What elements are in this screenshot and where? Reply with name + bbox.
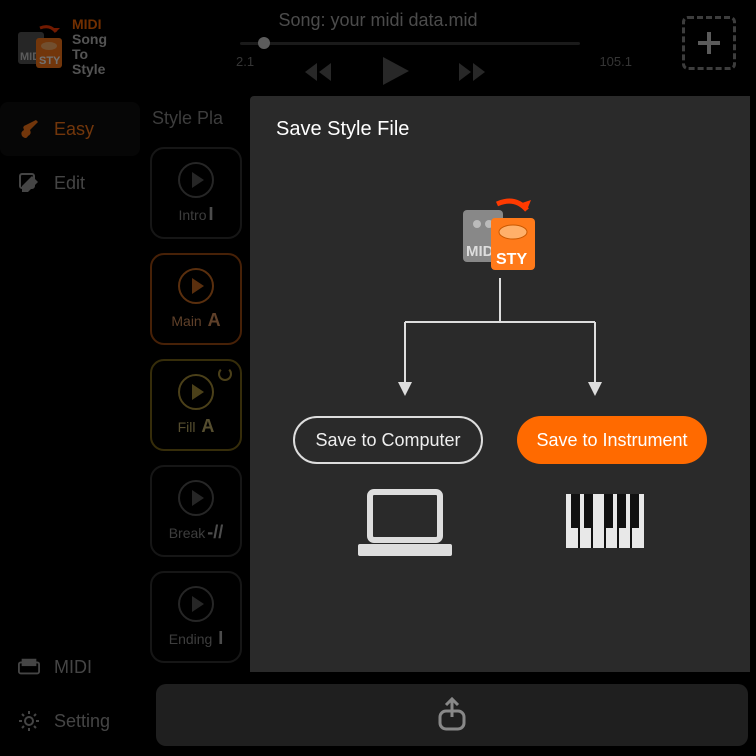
tile-ending[interactable]: Ending I xyxy=(150,571,242,663)
play-icon xyxy=(178,480,214,516)
laptop-icon xyxy=(350,486,460,571)
tile-break[interactable]: Break-// xyxy=(150,465,242,557)
gear-icon xyxy=(18,710,40,732)
tile-label: Break xyxy=(169,525,206,541)
tile-label: Intro xyxy=(178,207,206,223)
logo-line2: Song xyxy=(72,32,107,47)
branch-diagram xyxy=(310,278,690,408)
sidebar-item-midi[interactable]: MIDI xyxy=(0,640,140,694)
refresh-icon xyxy=(218,367,232,381)
time-current: 2.1 xyxy=(236,54,254,69)
sidebar-item-label: MIDI xyxy=(54,657,92,678)
play-icon xyxy=(178,586,214,622)
share-icon xyxy=(436,697,468,733)
play-icon xyxy=(178,268,214,304)
play-icon[interactable] xyxy=(381,55,411,95)
svg-text:MID: MID xyxy=(466,243,494,260)
transport: 2.1 105.1 xyxy=(240,36,580,50)
edit-icon xyxy=(18,172,40,194)
tile-suffix: A xyxy=(208,310,221,330)
save-style-modal: Save Style File MID STY xyxy=(250,96,750,672)
tile-intro[interactable]: IntroI xyxy=(150,147,242,239)
sidebar-item-label: Edit xyxy=(54,173,85,194)
sidebar-item-setting[interactable]: Setting xyxy=(0,694,140,748)
tile-label: Main xyxy=(171,313,201,329)
svg-text:STY: STY xyxy=(496,251,527,268)
modal-title: Save Style File xyxy=(276,118,724,141)
save-to-instrument-button[interactable]: Save to Instrument xyxy=(517,416,707,464)
sidebar-item-easy[interactable]: Easy xyxy=(0,102,140,156)
panel-title: Style Pla xyxy=(152,108,260,129)
sidebar-item-edit[interactable]: Edit xyxy=(0,156,140,210)
guitar-icon xyxy=(18,118,40,140)
button-label: Save to Instrument xyxy=(536,430,687,451)
tile-label: Ending xyxy=(169,631,213,647)
export-button[interactable] xyxy=(156,684,748,746)
play-icon xyxy=(178,162,214,198)
timeline-slider[interactable] xyxy=(240,36,580,50)
keyboard-icon xyxy=(560,486,650,571)
sidebar-item-label: Setting xyxy=(54,711,110,732)
sidebar-item-label: Easy xyxy=(54,119,94,140)
song-title: Song: your midi data.mid xyxy=(0,10,756,31)
add-style-button[interactable] xyxy=(682,16,736,70)
tile-suffix: I xyxy=(218,628,223,648)
svg-text:STY: STY xyxy=(39,55,61,67)
logo-line3: To xyxy=(72,47,107,62)
save-to-computer-button[interactable]: Save to Computer xyxy=(293,416,483,464)
forward-icon[interactable] xyxy=(457,61,487,90)
tile-suffix: I xyxy=(209,204,214,224)
midi-icon xyxy=(18,656,40,678)
tile-suffix: A xyxy=(201,416,214,436)
tile-label: Fill xyxy=(178,419,196,435)
tile-fill-a[interactable]: Fill A xyxy=(150,359,242,451)
modal-logo: MID STY xyxy=(455,196,545,281)
play-icon xyxy=(178,374,214,410)
logo-line4: Style xyxy=(72,62,107,77)
button-label: Save to Computer xyxy=(315,430,460,451)
rewind-icon[interactable] xyxy=(305,61,335,90)
tile-main-a[interactable]: Main A xyxy=(150,253,242,345)
time-total: 105.1 xyxy=(599,54,632,69)
tile-suffix: -// xyxy=(207,522,223,542)
